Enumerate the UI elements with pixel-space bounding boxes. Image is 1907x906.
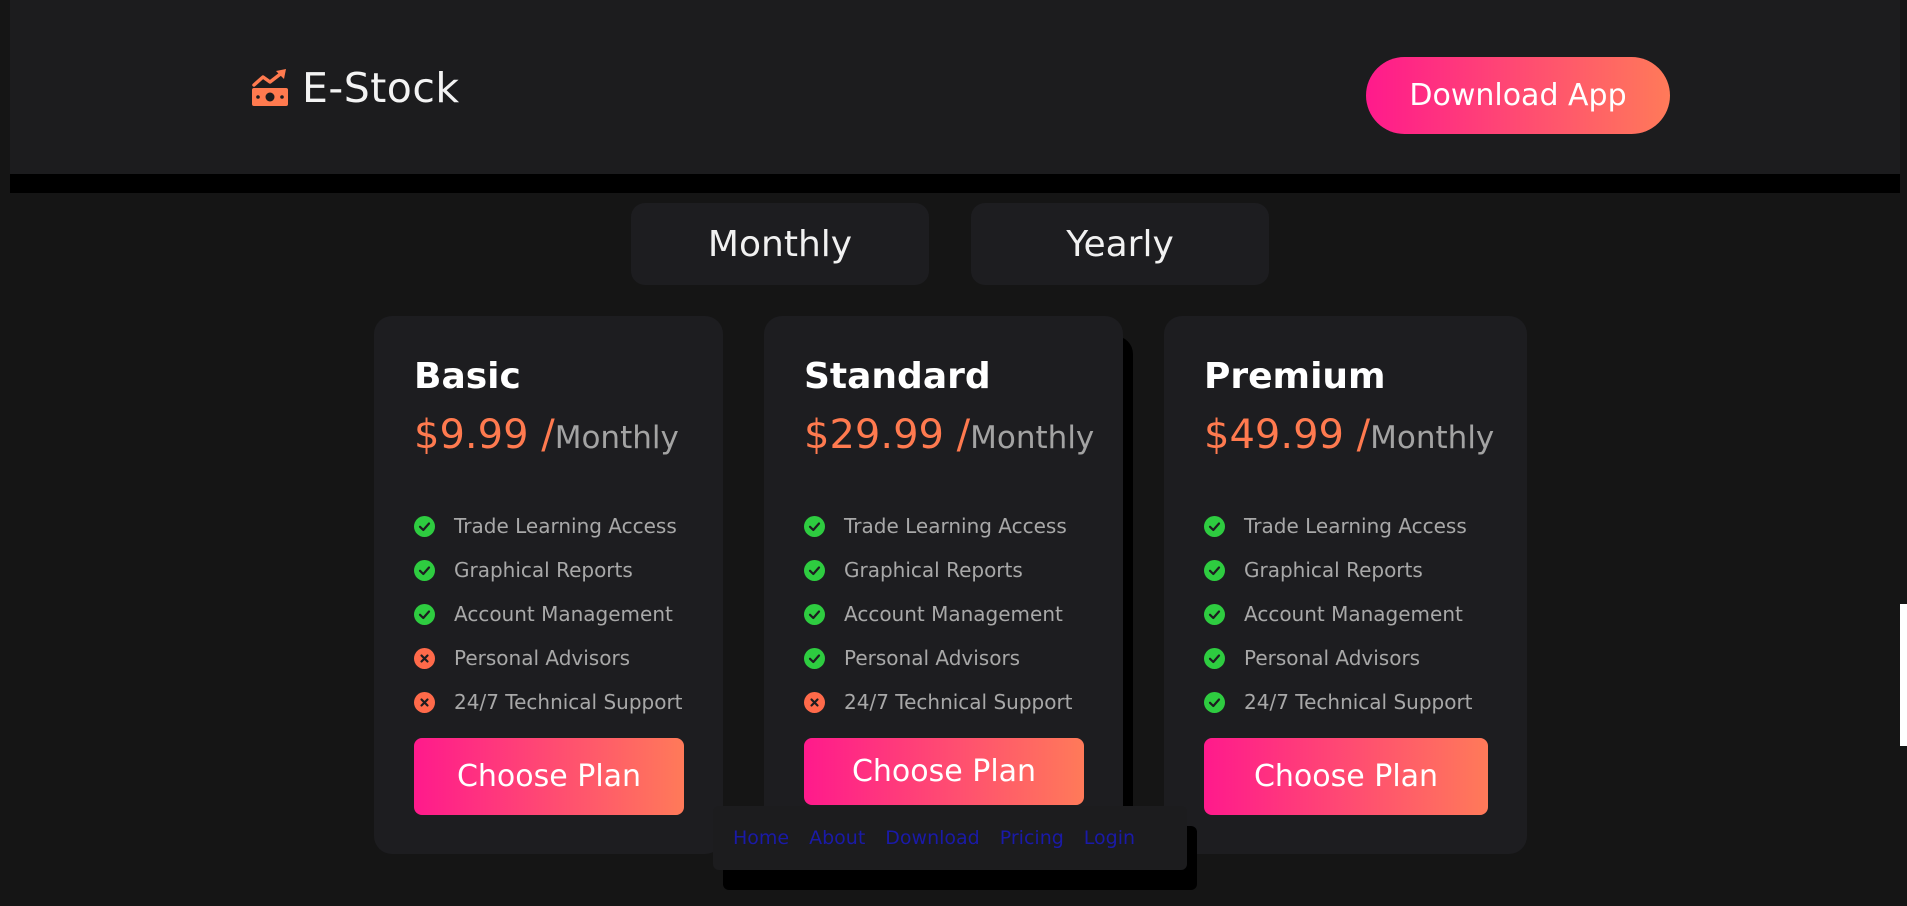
plan-card-basic: Basic $9.99 / Monthly Trade Learning Acc… bbox=[374, 316, 723, 854]
check-icon bbox=[804, 647, 825, 669]
feature-label: Trade Learning Access bbox=[454, 514, 677, 538]
feature-label: Personal Advisors bbox=[1244, 646, 1421, 670]
toggle-yearly[interactable]: Yearly bbox=[971, 203, 1269, 285]
feature-label: Trade Learning Access bbox=[844, 514, 1067, 538]
plan-name: Premium bbox=[1204, 356, 1386, 397]
cross-icon bbox=[804, 691, 825, 713]
logo-text: E-Stock bbox=[302, 64, 460, 112]
nav-link-home[interactable]: Home bbox=[733, 827, 789, 849]
plan-price: $29.99 / bbox=[804, 412, 971, 458]
toggle-monthly[interactable]: Monthly bbox=[631, 203, 929, 285]
feature-label: Personal Advisors bbox=[454, 646, 631, 670]
feature-label: 24/7 Technical Support bbox=[844, 690, 1073, 714]
check-icon bbox=[1204, 691, 1225, 713]
site-header: E-Stock Download App bbox=[10, 0, 1900, 174]
cross-icon bbox=[414, 647, 435, 669]
feature-item: Account Management bbox=[1204, 592, 1497, 636]
logo[interactable]: E-Stock bbox=[250, 64, 460, 112]
choose-plan-button-basic[interactable]: Choose Plan bbox=[414, 738, 684, 815]
feature-item: 24/7 Technical Support bbox=[804, 680, 1093, 724]
plan-card-standard: Standard $29.99 / Monthly Trade Learning… bbox=[764, 316, 1123, 854]
money-chart-icon bbox=[252, 69, 288, 106]
check-icon bbox=[1204, 647, 1225, 669]
feature-label: Account Management bbox=[1244, 602, 1463, 626]
feature-label: Graphical Reports bbox=[454, 558, 633, 582]
nav-link-login[interactable]: Login bbox=[1084, 827, 1135, 849]
plan-period: Monthly bbox=[970, 420, 1095, 456]
plan-period: Monthly bbox=[1370, 420, 1495, 456]
feature-label: Graphical Reports bbox=[1244, 558, 1423, 582]
feature-label: Account Management bbox=[454, 602, 673, 626]
price-row: $49.99 / Monthly bbox=[1204, 412, 1497, 468]
feature-item: 24/7 Technical Support bbox=[1204, 680, 1497, 724]
feature-label: 24/7 Technical Support bbox=[454, 690, 683, 714]
header-divider bbox=[10, 174, 1900, 193]
feature-item: Personal Advisors bbox=[804, 636, 1093, 680]
plan-price: $9.99 / bbox=[414, 412, 555, 458]
feature-label: Account Management bbox=[844, 602, 1063, 626]
feature-item: Graphical Reports bbox=[1204, 548, 1497, 592]
bottom-nav: Home About Download Pricing Login bbox=[713, 806, 1187, 870]
feature-label: Trade Learning Access bbox=[1244, 514, 1467, 538]
feature-item: Account Management bbox=[804, 592, 1093, 636]
feature-label: Graphical Reports bbox=[844, 558, 1023, 582]
choose-plan-button-standard[interactable]: Choose Plan bbox=[804, 738, 1084, 805]
feature-item: Trade Learning Access bbox=[804, 504, 1093, 548]
cross-icon bbox=[414, 691, 435, 713]
nav-link-about[interactable]: About bbox=[809, 827, 865, 849]
scrollbar-thumb[interactable] bbox=[1900, 604, 1907, 746]
feature-list: Trade Learning Access Graphical Reports … bbox=[414, 504, 693, 724]
check-icon bbox=[1204, 559, 1225, 581]
nav-link-download[interactable]: Download bbox=[885, 827, 979, 849]
feature-item: Graphical Reports bbox=[414, 548, 693, 592]
price-row: $29.99 / Monthly bbox=[804, 412, 1095, 468]
check-icon bbox=[414, 603, 435, 625]
plan-name: Basic bbox=[414, 356, 521, 397]
check-icon bbox=[804, 603, 825, 625]
plan-card-premium: Premium $49.99 / Monthly Trade Learning … bbox=[1164, 316, 1527, 854]
feature-item: Trade Learning Access bbox=[414, 504, 693, 548]
feature-label: Personal Advisors bbox=[844, 646, 1021, 670]
feature-list: Trade Learning Access Graphical Reports … bbox=[1204, 504, 1497, 724]
check-icon bbox=[414, 559, 435, 581]
feature-item: Graphical Reports bbox=[804, 548, 1093, 592]
feature-label: 24/7 Technical Support bbox=[1244, 690, 1473, 714]
check-icon bbox=[414, 515, 435, 537]
feature-item: Personal Advisors bbox=[1204, 636, 1497, 680]
feature-item: 24/7 Technical Support bbox=[414, 680, 693, 724]
price-row: $9.99 / Monthly bbox=[414, 412, 693, 468]
feature-list: Trade Learning Access Graphical Reports … bbox=[804, 504, 1093, 724]
feature-item: Personal Advisors bbox=[414, 636, 693, 680]
nav-link-pricing[interactable]: Pricing bbox=[1000, 827, 1064, 849]
feature-item: Account Management bbox=[414, 592, 693, 636]
feature-item: Trade Learning Access bbox=[1204, 504, 1497, 548]
download-app-button[interactable]: Download App bbox=[1366, 57, 1670, 134]
plan-period: Monthly bbox=[554, 420, 679, 456]
check-icon bbox=[804, 559, 825, 581]
check-icon bbox=[1204, 603, 1225, 625]
check-icon bbox=[804, 515, 825, 537]
plan-name: Standard bbox=[804, 356, 991, 397]
check-icon bbox=[1204, 515, 1225, 537]
plan-price: $49.99 / bbox=[1204, 412, 1371, 458]
choose-plan-button-premium[interactable]: Choose Plan bbox=[1204, 738, 1488, 815]
